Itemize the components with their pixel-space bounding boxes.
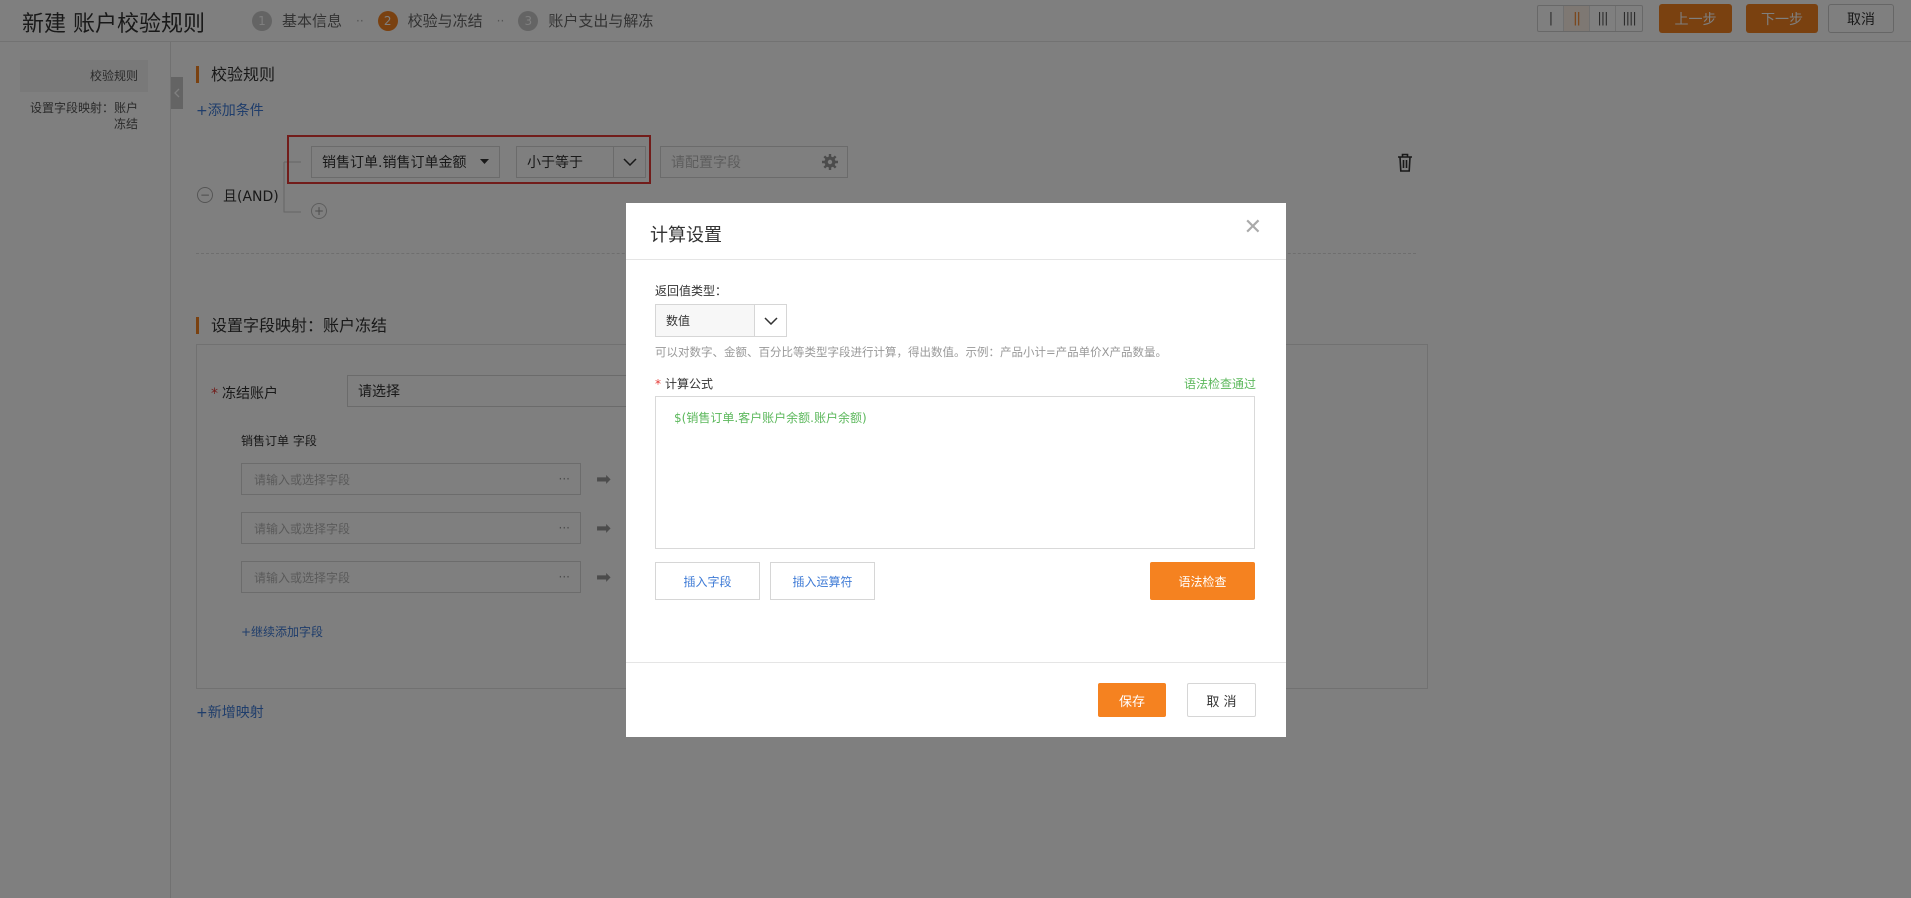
chevron-down-icon: [754, 305, 786, 336]
return-type-label: 返回值类型：: [655, 284, 728, 298]
dialog-cancel-button[interactable]: 取 消: [1187, 683, 1256, 717]
formula-text: $(销售订单.客户账户余额.账户余额): [674, 411, 867, 425]
calc-settings-dialog: 计算设置 ✕ 返回值类型： 数值 可以对数字、金额、百分比等类型字段进行计算，得…: [626, 203, 1286, 737]
insert-operator-button[interactable]: 插入运算符: [770, 562, 875, 600]
syntax-check-button[interactable]: 语法检查: [1150, 562, 1255, 600]
insert-field-button[interactable]: 插入字段: [655, 562, 760, 600]
formula-label: * 计算公式: [655, 377, 714, 391]
dialog-title: 计算设置: [650, 225, 722, 246]
return-type-select[interactable]: 数值: [655, 304, 787, 337]
formula-textarea[interactable]: $(销售订单.客户账户余额.账户余额): [655, 396, 1255, 549]
syntax-status: 语法检查通过: [1183, 377, 1256, 391]
save-button[interactable]: 保存: [1098, 683, 1166, 717]
return-type-value: 数值: [656, 305, 754, 336]
dialog-header-divider: [626, 259, 1286, 260]
return-type-hint: 可以对数字、金额、百分比等类型字段进行计算，得出数值。示例：产品小计=产品单价X…: [655, 345, 1168, 359]
dialog-footer-divider: [626, 662, 1286, 663]
close-icon[interactable]: ✕: [1244, 215, 1262, 240]
